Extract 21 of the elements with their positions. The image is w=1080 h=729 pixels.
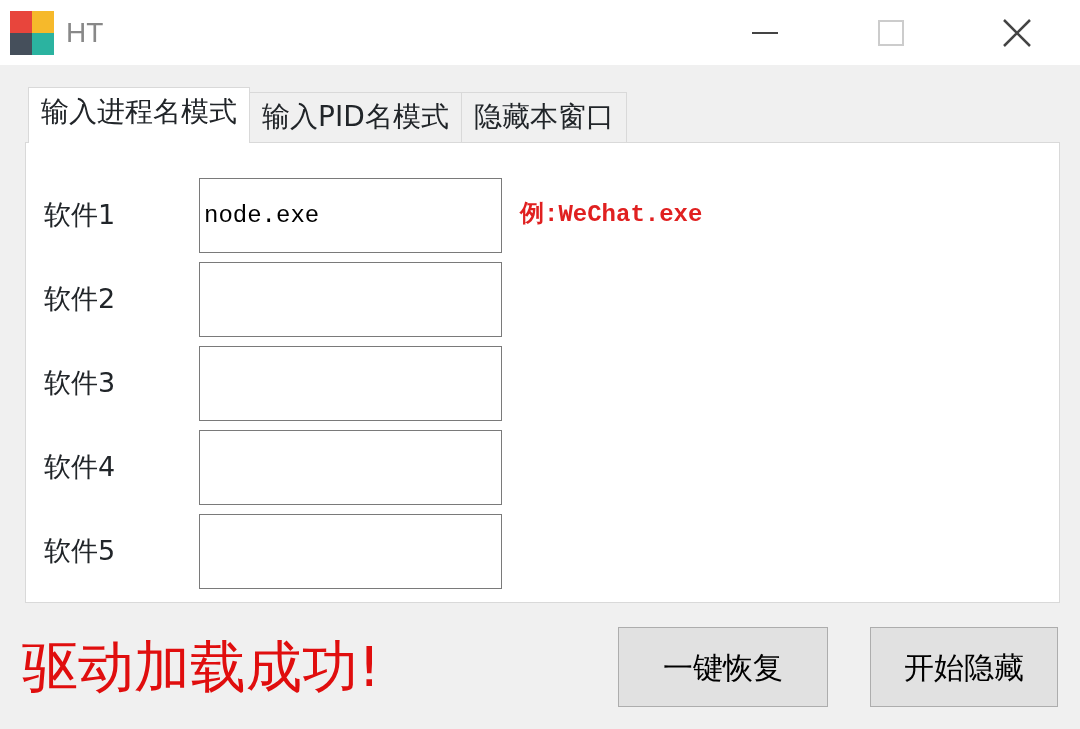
- input-field[interactable]: [199, 261, 502, 337]
- tab[interactable]: 输入进程名模式: [28, 87, 250, 143]
- input-field[interactable]: [199, 345, 502, 421]
- field-label: 软件3: [44, 365, 117, 400]
- field-label: 软件2: [44, 281, 117, 316]
- window-title: HT: [66, 15, 105, 50]
- status-text: 驱动加载成功!: [22, 636, 382, 698]
- hint-text: 例:WeChat.exe: [520, 200, 703, 230]
- input-field[interactable]: [199, 429, 502, 505]
- maximize-icon: [878, 19, 904, 46]
- action-button[interactable]: 开始隐藏: [870, 627, 1058, 707]
- input-field[interactable]: node.exe: [199, 177, 502, 253]
- input-field[interactable]: [199, 513, 502, 589]
- field-label: 软件1: [44, 197, 117, 232]
- field-label: 软件4: [44, 449, 117, 484]
- field-label: 软件5: [44, 533, 117, 568]
- close-icon: [1003, 18, 1031, 47]
- app-icon: [10, 10, 54, 55]
- tab[interactable]: 隐藏本窗口: [460, 92, 627, 142]
- action-button[interactable]: 一键恢复: [618, 627, 828, 707]
- minimize-icon: [752, 30, 778, 35]
